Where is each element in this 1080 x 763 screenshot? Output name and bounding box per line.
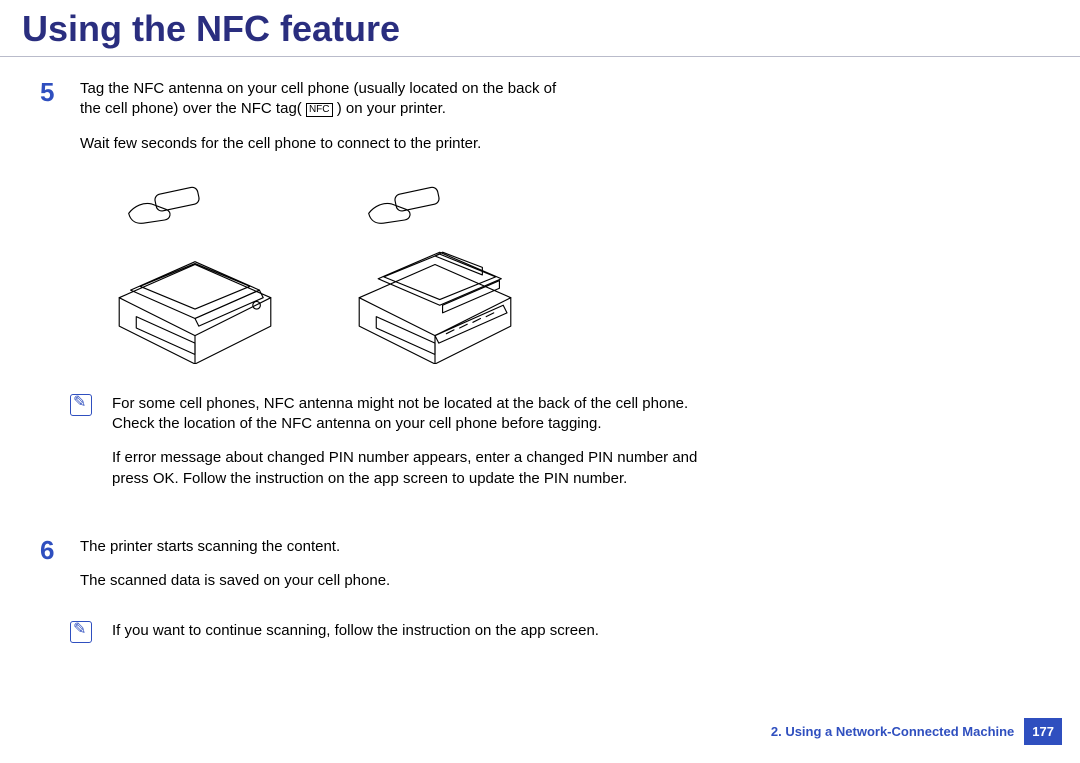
nfc-tag-icon: NFC — [306, 103, 333, 117]
text: the cell phone) over the NFC tag( — [80, 100, 302, 117]
content-area: 5 Tag the NFC antenna on your cell phone… — [0, 57, 800, 656]
printer-illustration-left — [100, 184, 290, 364]
step-text: Wait few seconds for the cell phone to c… — [80, 134, 760, 154]
footer-page-number: 177 — [1024, 718, 1062, 745]
note-text: If you want to continue scanning, follow… — [112, 621, 599, 641]
footer: 2. Using a Network-Connected Machine 177 — [771, 718, 1062, 745]
step-text: The scanned data is saved on your cell p… — [80, 571, 760, 591]
printer-illustration-right — [340, 184, 530, 364]
note-text: If error message about changed PIN numbe… — [112, 448, 710, 489]
note-block: If you want to continue scanning, follow… — [70, 621, 710, 655]
note-icon — [70, 394, 92, 416]
footer-chapter: 2. Using a Network-Connected Machine — [771, 724, 1014, 739]
text: Tag the NFC antenna on your cell phone (… — [80, 80, 556, 97]
note-block: For some cell phones, NFC antenna might … — [70, 394, 710, 503]
step-number: 5 — [40, 79, 62, 105]
note-icon — [70, 621, 92, 643]
step-text: Tag the NFC antenna on your cell phone (… — [80, 79, 760, 120]
step-body: The printer starts scanning the content.… — [80, 537, 760, 606]
step-5: 5 Tag the NFC antenna on your cell phone… — [40, 79, 760, 168]
step-text: The printer starts scanning the content. — [80, 537, 760, 557]
step-body: Tag the NFC antenna on your cell phone (… — [80, 79, 760, 168]
step-number: 6 — [40, 537, 62, 563]
note-body: For some cell phones, NFC antenna might … — [112, 394, 710, 503]
illustration-row — [100, 184, 760, 364]
page-title: Using the NFC feature — [0, 0, 1080, 56]
note-text: For some cell phones, NFC antenna might … — [112, 394, 710, 435]
text: ) on your printer. — [337, 100, 446, 117]
step-6: 6 The printer starts scanning the conten… — [40, 537, 760, 606]
note-body: If you want to continue scanning, follow… — [112, 621, 599, 655]
